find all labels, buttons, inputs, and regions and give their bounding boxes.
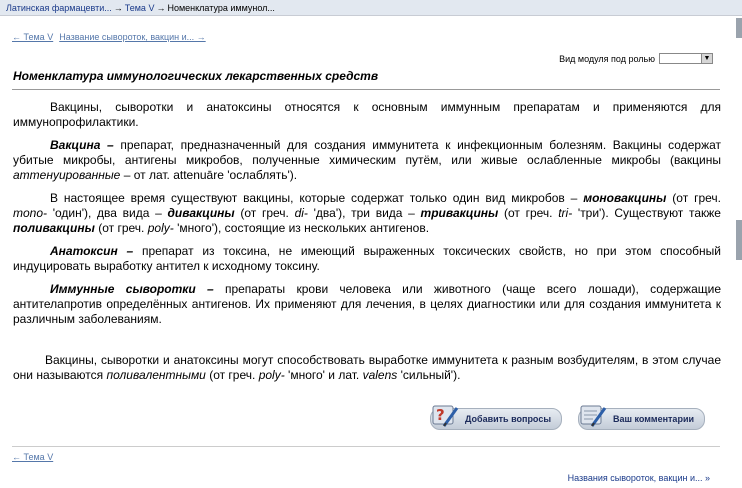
page-title: Номенклатура иммунологических лекарствен… (13, 69, 379, 83)
bottom-navigation-next: Названия сывороток, вакцин и... » (568, 473, 710, 483)
role-selector-label: Вид модуля под ролью (559, 53, 655, 64)
paragraph-serum: Иммунные сыворотки – препараты крови чел… (13, 282, 721, 326)
title-divider (12, 89, 720, 90)
comment-pen-icon (580, 405, 607, 427)
your-comments-button[interactable]: Ваш комментарии (578, 404, 706, 434)
breadcrumb-course-link[interactable]: Латинская фармацевти... (6, 3, 112, 13)
paragraph-vaccine: Вакцина – препарат, предназначенный для … (13, 138, 722, 182)
top-navigation: ← Тема V Название сывороток, вакцин и... … (12, 32, 206, 42)
breadcrumb-separator: → (156, 3, 166, 13)
role-select[interactable]: ▼ (659, 53, 713, 64)
question-pen-icon: ? (432, 405, 459, 427)
role-selector: Вид модуля под ролью ▼ (559, 53, 713, 64)
scrollbar-thumb-top[interactable] (736, 18, 742, 38)
prev-topic-link-bottom[interactable]: ← Тема V (12, 452, 53, 462)
paragraph-anatoxin: Анатоксин – препарат из токсина, не имею… (13, 244, 721, 273)
paragraph-intro: Вакцины, сыворотки и анатоксины относятс… (13, 100, 721, 129)
scrollbar-thumb[interactable] (736, 220, 742, 260)
next-topic-link[interactable]: Название сывороток, вакцин и... → (59, 32, 205, 42)
footer-divider (12, 446, 720, 447)
next-topic-link-bottom[interactable]: Названия сывороток, вакцин и... » (568, 473, 710, 483)
breadcrumb-topic-link[interactable]: Тема V (125, 3, 155, 13)
breadcrumb: Латинская фармацевти... → Тема V → Номенклат… (0, 0, 742, 16)
prev-topic-link[interactable]: ← Тема V (12, 32, 53, 42)
chevron-down-icon[interactable]: ▼ (701, 54, 712, 63)
add-questions-button[interactable]: ? Добавить вопросы (430, 404, 563, 434)
svg-text:?: ? (436, 406, 445, 424)
paragraph-vaccine-types: В настоящее время существуют вакцины, ко… (13, 191, 721, 235)
breadcrumb-separator: → (113, 3, 123, 13)
breadcrumb-current: Номенклатура иммунол... (167, 3, 275, 13)
article-body: Вакцины, сыворотки и анатоксины относятс… (13, 100, 721, 391)
bottom-navigation-prev: ← Тема V (12, 452, 53, 462)
paragraph-polyvalent: Вакцины, сыворотки и анатоксины могут сп… (13, 353, 721, 382)
